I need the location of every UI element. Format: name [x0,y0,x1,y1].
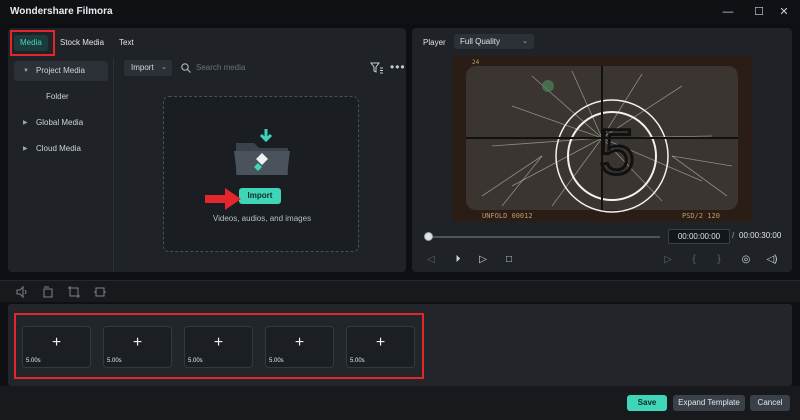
media-slot[interactable]: + 5.00s [346,326,415,368]
fit-icon[interactable] [93,285,107,299]
expand-arrow-icon: ▶ [23,146,28,152]
filter-icon[interactable] [370,62,384,74]
import-dropdown-label: Import [131,63,154,72]
time-separator: / [732,231,735,240]
mark-out-icon[interactable]: } [712,253,726,267]
add-media-icon: + [51,334,62,351]
media-slot[interactable]: + 5.00s [22,326,91,368]
previous-frame-icon[interactable]: ◁ [424,253,438,267]
render-preview-icon[interactable]: ▷ [661,253,675,267]
media-slot[interactable]: + 5.00s [103,326,172,368]
template-slots-area: + 5.00s + 5.00s + 5.00s + 5.00s + 5.00s [8,304,792,386]
slot-duration: 5.00s [26,358,41,364]
film-top-text: 24 [472,59,480,66]
search-icon [181,63,191,73]
sidebar-item-label: Folder [46,92,69,101]
film-right-text: PSD/2 120 [682,212,720,220]
sidebar-item-global-media[interactable]: ▶ Global Media [14,113,108,133]
media-slot[interactable]: + 5.00s [265,326,334,368]
chevron-down-icon: ⌄ [522,38,528,45]
media-sidebar: ▼ Project Media Folder ▶ Global Media ▶ … [8,58,114,272]
tab-text[interactable]: Text [119,35,134,51]
highlight-box-media-tab [10,30,55,56]
quality-dropdown-label: Full Quality [460,37,501,46]
app-title: Wondershare Filmora [10,6,113,17]
audio-icon[interactable] [15,285,29,299]
sidebar-item-cloud-media[interactable]: ▶ Cloud Media [14,139,108,159]
media-slot[interactable]: + 5.00s [184,326,253,368]
import-dropzone[interactable]: Import Videos, audios, and images [163,96,359,252]
cancel-button[interactable]: Cancel [750,395,790,411]
search-input[interactable]: Search media [196,63,245,72]
add-media-icon: + [375,334,386,351]
add-media-icon: + [132,334,143,351]
crop-icon[interactable] [67,285,81,299]
slot-duration: 5.00s [188,358,203,364]
more-options-icon[interactable]: ••• [390,60,406,74]
slot-duration: 5.00s [107,358,122,364]
slot-duration: 5.00s [350,358,365,364]
sidebar-item-folder[interactable]: Folder [14,87,108,107]
expand-template-button[interactable]: Expand Template [673,395,745,411]
chevron-down-icon: ⌄ [161,64,167,71]
rotate-icon[interactable] [41,285,55,299]
import-folder-icon [234,129,290,175]
add-media-icon: + [294,334,305,351]
total-duration: 00:00:30:00 [739,231,782,240]
countdown-frame-image: 5 UNFOLD 00012 PSD/2 120 24 [452,56,752,222]
import-button[interactable]: Import [239,188,281,204]
edit-toolbar [0,280,800,302]
video-preview: 5 UNFOLD 00012 PSD/2 120 24 [452,56,752,222]
countdown-number: 5 [599,116,635,188]
expand-arrow-icon: ▶ [23,120,28,126]
close-button[interactable]: ✕ [774,3,794,21]
import-dropdown[interactable]: Import ⌄ [124,60,172,76]
tab-stock-media[interactable]: Stock Media [60,35,104,51]
expand-arrow-icon: ▼ [23,68,29,74]
sidebar-item-label: Global Media [36,118,84,127]
current-time-field[interactable]: 00:00:00:00 [668,229,730,244]
minimize-button[interactable]: — [718,3,738,21]
add-media-icon: + [213,334,224,351]
playhead-handle[interactable] [424,232,433,241]
player-panel: Player Full Quality ⌄ 5 UNFOLD 00012 PSD… [412,28,792,272]
volume-icon[interactable]: ◁) [765,253,779,267]
sidebar-item-label: Cloud Media [36,144,81,153]
mark-in-icon[interactable]: { [687,253,701,267]
play-icon[interactable]: ▷ [476,253,490,267]
arrow-right-icon [205,188,241,210]
snapshot-icon[interactable]: ◎ [739,253,753,267]
film-left-text: UNFOLD 00012 [482,212,533,220]
sidebar-item-label: Project Media [36,66,85,75]
import-hint: Videos, audios, and images [212,214,312,223]
save-button[interactable]: Save [627,395,667,411]
maximize-button[interactable]: ☐ [749,3,769,21]
title-bar: Wondershare Filmora — ☐ ✕ [0,0,800,24]
player-label: Player [423,38,446,47]
quality-dropdown[interactable]: Full Quality ⌄ [454,34,534,49]
sidebar-item-project-media[interactable]: ▼ Project Media [14,61,108,81]
dialog-footer: Save Expand Template Cancel [0,386,800,420]
stop-icon[interactable]: □ [502,253,516,267]
slot-duration: 5.00s [269,358,284,364]
play-frame-icon[interactable]: ⏵ [451,253,465,267]
playback-progress-track[interactable] [428,236,660,238]
media-toolbar: Import ⌄ Search media ••• [122,60,406,78]
